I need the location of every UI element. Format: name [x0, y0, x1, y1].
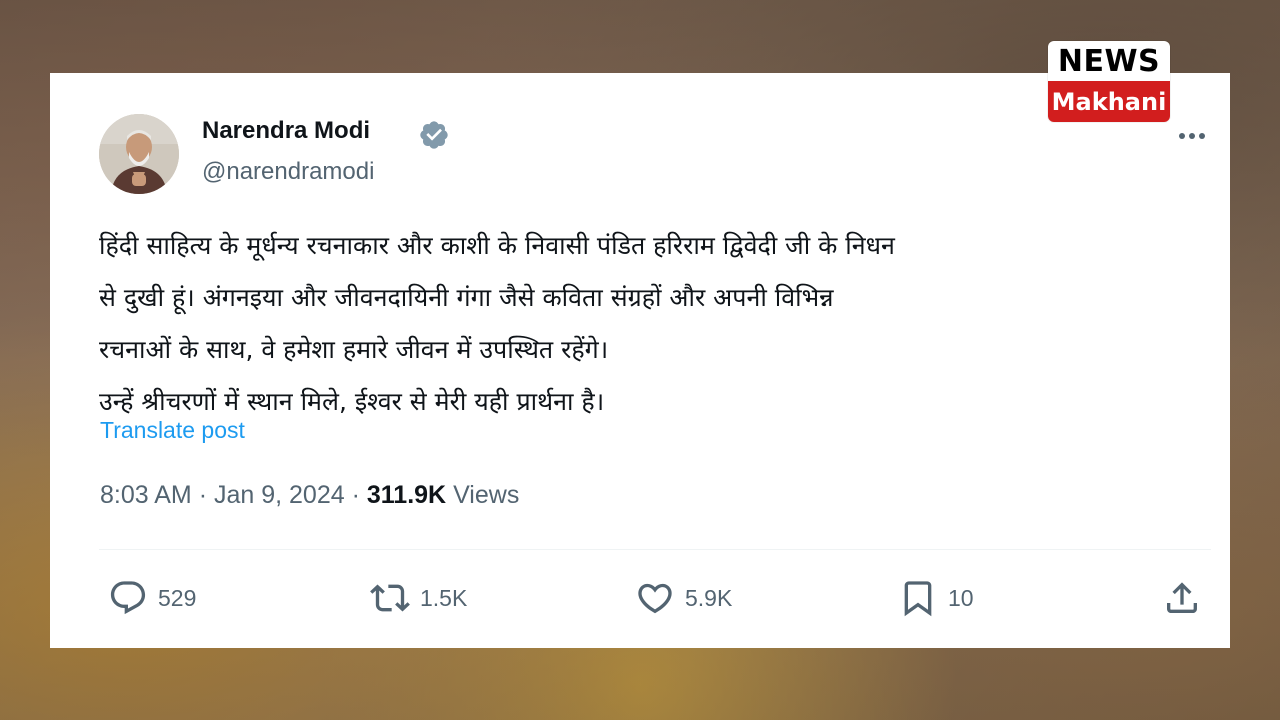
- repost-button[interactable]: 1.5K: [370, 578, 467, 618]
- reply-button[interactable]: 529: [108, 578, 196, 618]
- bookmark-icon: [904, 581, 932, 617]
- news-makhani-watermark-logo: NEWS Makhani: [1048, 41, 1170, 122]
- post-metadata: 8:03 AM · Jan 9, 2024 · 311.9K Views: [100, 481, 520, 509]
- post-text: हिंदी साहित्य के मूर्धन्य रचनाकार और काश…: [99, 220, 1209, 428]
- reply-count: 529: [158, 584, 197, 611]
- repost-arrows-icon: [370, 584, 410, 612]
- post-text-line: से दुखी हूं। अंगनइया और जीवनदायिनी गंगा …: [99, 283, 834, 312]
- like-count: 5.9K: [685, 584, 733, 611]
- post-date[interactable]: Jan 9, 2024: [214, 481, 345, 509]
- post-time[interactable]: 8:03 AM: [100, 481, 192, 509]
- more-dots-icon: [1179, 133, 1185, 139]
- views-count: 311.9K: [366, 481, 447, 509]
- like-button[interactable]: 5.9K: [635, 578, 732, 618]
- bookmark-button[interactable]: 10: [898, 578, 974, 618]
- heart-icon: [638, 583, 672, 614]
- share-upload-icon: [1167, 582, 1197, 613]
- logo-bottom-text: Makhani: [1048, 81, 1170, 122]
- translate-post-link[interactable]: Translate post: [100, 417, 245, 444]
- views-label: Views: [453, 481, 520, 509]
- post-text-line: हिंदी साहित्य के मूर्धन्य रचनाकार और काश…: [99, 231, 895, 260]
- post-text-line: रचनाओं के साथ, वे हमेशा हमारे जीवन में उ…: [99, 335, 609, 364]
- repost-count: 1.5K: [420, 584, 468, 611]
- logo-top-text: NEWS: [1057, 43, 1161, 79]
- speech-bubble-icon: [110, 581, 146, 615]
- bookmark-count: 10: [948, 584, 974, 611]
- more-options-button[interactable]: [1172, 124, 1212, 148]
- author-name[interactable]: Narendra Modi: [202, 117, 370, 145]
- author-avatar[interactable]: [99, 114, 179, 194]
- divider: [99, 549, 1211, 550]
- verified-badge-icon: [420, 121, 448, 149]
- post-text-line: उन्हें श्रीचरणों में स्थान मिले, ईश्वर स…: [99, 387, 605, 416]
- avatar-photo: [99, 114, 179, 194]
- share-button[interactable]: [1162, 578, 1202, 618]
- author-handle[interactable]: @narendramodi: [202, 158, 374, 186]
